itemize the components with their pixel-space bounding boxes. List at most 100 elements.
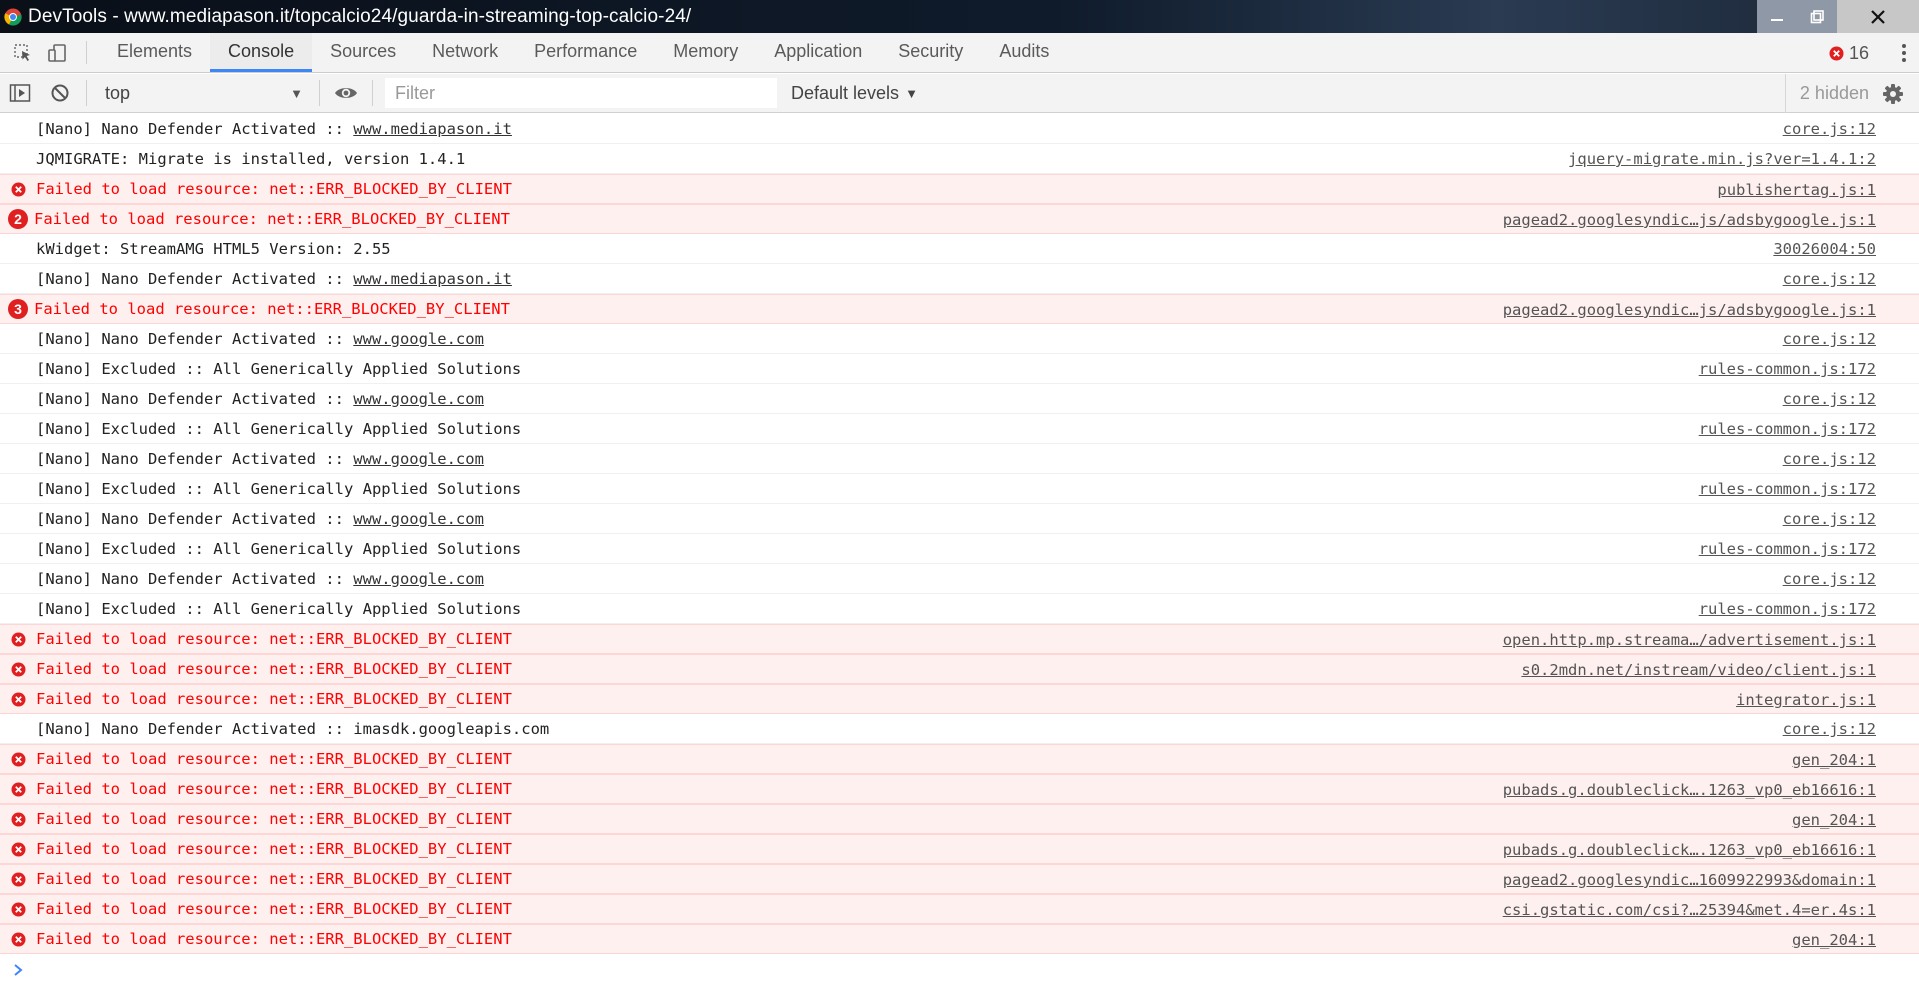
toolbar-divider [372, 80, 373, 106]
console-prompt[interactable] [0, 955, 1919, 985]
error-icon [0, 894, 36, 924]
tab-application[interactable]: Application [756, 33, 880, 72]
toolbar-divider [86, 80, 87, 106]
kebab-menu-icon [1902, 44, 1906, 62]
log-message: Failed to load resource: net::ERR_BLOCKE… [36, 630, 512, 648]
log-levels-label: Default levels [791, 82, 900, 103]
log-message: [Nano] Nano Defender Activated :: www.go… [36, 450, 484, 468]
log-message-link[interactable]: www.google.com [353, 330, 484, 348]
error-icon [0, 174, 36, 204]
log-message: Failed to load resource: net::ERR_BLOCKE… [36, 690, 512, 708]
chrome-icon [4, 8, 22, 25]
log-message-link[interactable]: www.mediapason.it [353, 120, 512, 138]
source-link[interactable]: pubads.g.doubleclick….1263_vp0_eb16616:1 [1503, 835, 1876, 865]
source-link[interactable]: pagead2.googlesyndic…1609922993&domain:1 [1503, 865, 1876, 895]
tab-security[interactable]: Security [880, 33, 981, 72]
devtools-tab-bar: Elements Console Sources Network Performance… [0, 33, 1919, 73]
source-link[interactable]: pubads.g.doubleclick….1263_vp0_eb16616:1 [1503, 775, 1876, 805]
tab-elements[interactable]: Elements [99, 33, 210, 72]
source-link[interactable]: open.http.mp.streama…/advertisement.js:1 [1503, 625, 1876, 655]
source-link[interactable]: rules-common.js:172 [1699, 354, 1876, 384]
source-link[interactable]: s0.2mdn.net/instream/video/client.js:1 [1521, 655, 1876, 685]
source-link[interactable]: rules-common.js:172 [1699, 474, 1876, 504]
more-menu-button[interactable] [1889, 33, 1919, 73]
maximize-button[interactable] [1797, 0, 1837, 33]
tab-network[interactable]: Network [414, 33, 516, 72]
log-message-text: Failed to load resource: net::ERR_BLOCKE… [36, 750, 512, 768]
context-selector[interactable]: top ▼ [93, 78, 313, 108]
log-message: Failed to load resource: net::ERR_BLOCKE… [36, 840, 512, 858]
source-link[interactable]: pagead2.googlesyndic…js/adsbygoogle.js:1 [1503, 295, 1876, 325]
source-link[interactable]: rules-common.js:172 [1699, 534, 1876, 564]
tab-console[interactable]: Console [210, 33, 313, 72]
error-counter[interactable]: 16 [1829, 43, 1869, 64]
source-link[interactable]: core.js:12 [1783, 564, 1876, 594]
log-levels-dropdown[interactable]: Default levels ▼ [791, 83, 918, 104]
console-log-row: [Nano] Nano Defender Activated :: www.go… [0, 504, 1919, 534]
log-message: [Nano] Excluded :: All Generically Appli… [36, 600, 521, 618]
log-message: [Nano] Nano Defender Activated :: www.go… [36, 510, 484, 528]
log-message-text: [Nano] Excluded :: All Generically Appli… [36, 359, 522, 378]
source-link[interactable]: gen_204:1 [1792, 805, 1876, 835]
device-toolbar-button[interactable] [40, 33, 74, 72]
source-link[interactable]: 30026004:50 [1773, 234, 1876, 264]
console-log-row: [Nano] Nano Defender Activated :: www.go… [0, 384, 1919, 414]
source-link[interactable]: core.js:12 [1783, 114, 1876, 144]
minimize-button[interactable] [1757, 0, 1797, 33]
log-message-link[interactable]: www.google.com [353, 450, 484, 468]
tab-audits[interactable]: Audits [981, 33, 1067, 72]
close-window-button[interactable] [1837, 0, 1919, 33]
source-link[interactable]: jquery-migrate.min.js?ver=1.4.1:2 [1568, 144, 1876, 174]
tab-sources[interactable]: Sources [312, 33, 414, 72]
log-message-link[interactable]: www.mediapason.it [353, 270, 512, 288]
source-link[interactable]: gen_204:1 [1792, 745, 1876, 775]
source-link[interactable]: publishertag.js:1 [1717, 175, 1876, 205]
source-link[interactable]: csi.gstatic.com/csi?…25394&met.4=er.4s:1 [1503, 895, 1876, 925]
source-link[interactable]: pagead2.googlesyndic…js/adsbygoogle.js:1 [1503, 205, 1876, 235]
log-message: Failed to load resource: net::ERR_BLOCKE… [36, 780, 512, 798]
source-link[interactable]: core.js:12 [1783, 504, 1876, 534]
log-message-text: [Nano] Nano Defender Activated :: [36, 119, 354, 138]
live-expression-button[interactable] [326, 74, 366, 113]
log-message-link[interactable]: www.google.com [353, 570, 484, 588]
source-link[interactable]: core.js:12 [1783, 444, 1876, 474]
log-message: Failed to load resource: net::ERR_BLOCKE… [36, 180, 512, 198]
error-icon [0, 864, 36, 894]
window-controls [1757, 0, 1919, 33]
log-message-link[interactable]: www.google.com [353, 390, 484, 408]
tab-performance[interactable]: Performance [516, 33, 655, 72]
error-icon [0, 834, 36, 864]
console-error-row: Failed to load resource: net::ERR_BLOCKE… [0, 804, 1919, 834]
close-icon [1871, 9, 1885, 24]
tab-memory[interactable]: Memory [655, 33, 756, 72]
gear-icon [1883, 83, 1903, 104]
console-log-row: [Nano] Excluded :: All Generically Appli… [0, 414, 1919, 444]
toggle-sidebar-button[interactable] [0, 74, 40, 113]
inspect-element-button[interactable] [6, 33, 40, 72]
clear-console-button[interactable] [40, 74, 80, 113]
console-log-row: [Nano] Excluded :: All Generically Appli… [0, 594, 1919, 624]
console-settings-button[interactable] [1873, 74, 1913, 113]
toolbar-divider [319, 80, 320, 106]
message-icon-slot [0, 114, 36, 144]
log-message-text: Failed to load resource: net::ERR_BLOCKE… [36, 690, 512, 708]
filter-input[interactable] [385, 78, 777, 108]
context-value: top [105, 82, 131, 103]
source-link[interactable]: integrator.js:1 [1736, 685, 1876, 715]
message-icon-slot [0, 414, 36, 444]
message-icon-slot [0, 264, 36, 294]
log-message-text: [Nano] Nano Defender Activated :: [36, 269, 354, 288]
source-link[interactable]: core.js:12 [1783, 324, 1876, 354]
log-message-link[interactable]: www.google.com [353, 510, 484, 528]
log-message-text: Failed to load resource: net::ERR_BLOCKE… [36, 840, 512, 858]
log-message-text: Failed to load resource: net::ERR_BLOCKE… [36, 630, 512, 648]
source-link[interactable]: rules-common.js:172 [1699, 594, 1876, 624]
source-link[interactable]: core.js:12 [1783, 264, 1876, 294]
source-link[interactable]: gen_204:1 [1792, 925, 1876, 955]
log-message: [Nano] Nano Defender Activated :: www.go… [36, 570, 484, 588]
source-link[interactable]: rules-common.js:172 [1699, 414, 1876, 444]
console-error-row: Failed to load resource: net::ERR_BLOCKE… [0, 894, 1919, 924]
log-message: [Nano] Nano Defender Activated :: www.go… [36, 390, 484, 408]
source-link[interactable]: core.js:12 [1783, 714, 1876, 744]
source-link[interactable]: core.js:12 [1783, 384, 1876, 414]
